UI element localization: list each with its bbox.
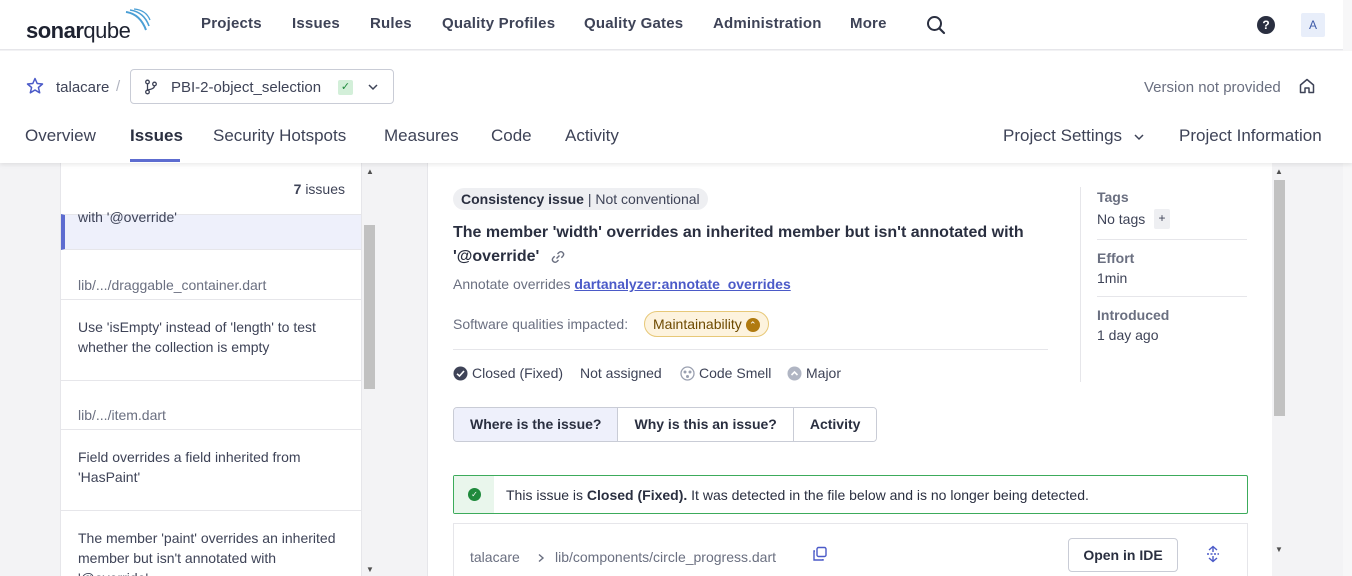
divider: [1097, 239, 1247, 240]
effort-label: Effort: [1097, 250, 1135, 266]
introduced-value: 1 day ago: [1097, 327, 1159, 343]
issue-detail-tabs: Where is the issue? Why is this an issue…: [453, 407, 878, 442]
tags-value[interactable]: No tags: [1097, 211, 1145, 227]
scroll-up-icon[interactable]: ▲: [366, 167, 374, 176]
open-in-ide-button[interactable]: Open in IDE: [1068, 538, 1178, 572]
scrollbar-thumb[interactable]: [364, 225, 375, 389]
copy-icon[interactable]: [812, 546, 828, 562]
issue-title: The member 'width' overrides an inherite…: [453, 224, 1024, 265]
check-circle-icon: ✓: [468, 488, 481, 501]
project-name-link[interactable]: talacare: [56, 79, 109, 96]
home-icon[interactable]: [1298, 77, 1316, 95]
list-item-text: The member 'paint' overrides an inherite…: [78, 530, 336, 576]
tab-issues[interactable]: Issues: [130, 126, 183, 146]
nav-issues[interactable]: Issues: [292, 15, 340, 32]
rule-line: Annotate overrides dartanalyzer:annotate…: [453, 276, 791, 292]
nav-administration[interactable]: Administration: [713, 15, 822, 32]
branch-icon: [145, 79, 157, 95]
issue-severity: Major: [806, 365, 842, 381]
active-tab-indicator: [130, 159, 180, 162]
chevron-right-icon: [538, 553, 545, 563]
list-item[interactable]: Field overrides a field inherited from '…: [61, 429, 361, 511]
scroll-up-icon[interactable]: ▲: [1275, 167, 1283, 176]
breadcrumb-separator: /: [116, 78, 121, 95]
list-item-text: with '@override': [78, 209, 177, 225]
branch-name: PBI-2-object_selection: [171, 79, 322, 96]
list-item-text: Use 'isEmpty' instead of 'length' to tes…: [78, 319, 316, 355]
issue-detail-scrollbar[interactable]: ▲ ▼: [1272, 163, 1287, 576]
introduced-label: Introduced: [1097, 307, 1170, 323]
clean-code-attribute-badge: Consistency issue | Not conventional: [453, 188, 708, 210]
software-qualities-label: Software qualities impacted:: [453, 316, 629, 332]
list-item-selected[interactable]: with '@override': [61, 209, 361, 250]
list-item-text: Field overrides a field inherited from '…: [78, 449, 301, 485]
help-icon[interactable]: ?: [1257, 16, 1275, 34]
tab-activity[interactable]: Activity: [793, 408, 877, 441]
list-item[interactable]: Use 'isEmpty' instead of 'length' to tes…: [61, 299, 361, 381]
tab-overview[interactable]: Overview: [25, 126, 96, 146]
project-settings-label: Project Settings: [1003, 126, 1123, 145]
search-icon[interactable]: [925, 14, 947, 36]
issue-count: 7 issues: [293, 181, 345, 197]
rule-key-link[interactable]: dartanalyzer:annotate_overrides: [574, 276, 790, 292]
sidebar-separator: [1080, 187, 1081, 382]
effort-value: 1min: [1097, 270, 1128, 286]
tab-security-hotspots[interactable]: Security Hotspots: [213, 126, 346, 146]
tab-where-is-the-issue[interactable]: Where is the issue?: [454, 408, 619, 441]
issue-assignee[interactable]: Not assigned: [580, 365, 662, 381]
list-item[interactable]: The member 'paint' overrides an inherite…: [61, 510, 361, 576]
severity-major-icon: [787, 366, 802, 381]
status-closed-icon: [453, 366, 468, 381]
issue-closed-alert: ✓ This issue is Closed (Fixed). It was d…: [453, 475, 1248, 514]
divider: [1097, 296, 1247, 297]
nav-quality-profiles[interactable]: Quality Profiles: [442, 15, 555, 32]
logo-waves-icon: [125, 8, 151, 31]
maintainability-badge[interactable]: Maintainability ⌃: [644, 311, 769, 337]
link-icon[interactable]: [550, 250, 566, 264]
file-group-header: lib/.../item.dart: [78, 407, 166, 423]
quality-gate-passed-icon: ✓: [338, 80, 353, 95]
scroll-down-icon[interactable]: ▼: [366, 565, 374, 574]
issue-detail-panel: Consistency issue | Not conventional The…: [427, 163, 1272, 576]
project-header: talacare / PBI-2-object_selection ✓ Vers…: [0, 51, 1352, 163]
scroll-down-icon[interactable]: ▼: [1275, 545, 1283, 554]
star-icon[interactable]: [26, 77, 44, 95]
top-navigation: sonarqube Projects Issues Rules Quality …: [0, 0, 1352, 50]
alert-message: This issue is Closed (Fixed). It was det…: [506, 487, 1089, 503]
nav-quality-gates[interactable]: Quality Gates: [584, 15, 683, 32]
project-settings-menu[interactable]: Project Settings: [1003, 126, 1145, 146]
issue-type: Code Smell: [699, 365, 772, 381]
add-tag-button[interactable]: +: [1154, 209, 1170, 229]
tab-code[interactable]: Code: [491, 126, 532, 146]
divider: [453, 349, 1048, 350]
avatar[interactable]: A: [1301, 13, 1325, 37]
tab-why-is-this-an-issue[interactable]: Why is this an issue?: [618, 408, 794, 441]
tab-activity[interactable]: Activity: [565, 126, 619, 146]
code-breadcrumb-file: lib/components/circle_progress.dart: [555, 549, 776, 565]
expand-all-icon[interactable]: [1205, 545, 1221, 563]
tags-label: Tags: [1097, 189, 1129, 205]
issue-status[interactable]: Closed (Fixed): [472, 365, 563, 381]
tab-measures[interactable]: Measures: [384, 126, 459, 146]
issue-list-scrollbar[interactable]: ▲ ▼: [363, 163, 376, 576]
nav-more[interactable]: More: [850, 15, 887, 32]
code-breadcrumb-project: talacare: [470, 549, 520, 565]
issue-list-panel: 7 issues with '@override' lib/.../dragga…: [60, 163, 362, 576]
project-version: Version not provided: [1144, 79, 1281, 96]
file-group-header: lib/.../draggable_container.dart: [78, 277, 267, 293]
code-viewer: talacare lib/components/circle_progress.…: [453, 523, 1248, 576]
nav-rules[interactable]: Rules: [370, 15, 412, 32]
branch-selector[interactable]: PBI-2-object_selection ✓: [130, 69, 394, 104]
chevron-down-icon: [368, 84, 378, 91]
chevron-down-icon: [1134, 133, 1144, 140]
project-information-link[interactable]: Project Information: [1179, 126, 1322, 146]
nav-projects[interactable]: Projects: [201, 15, 262, 32]
severity-medium-icon: ⌃: [745, 318, 760, 333]
alert-icon-box: ✓: [454, 476, 494, 513]
logo-wordmark: sonarqube: [26, 18, 131, 43]
code-smell-icon: [680, 366, 695, 381]
scrollbar-thumb[interactable]: [1274, 180, 1285, 416]
